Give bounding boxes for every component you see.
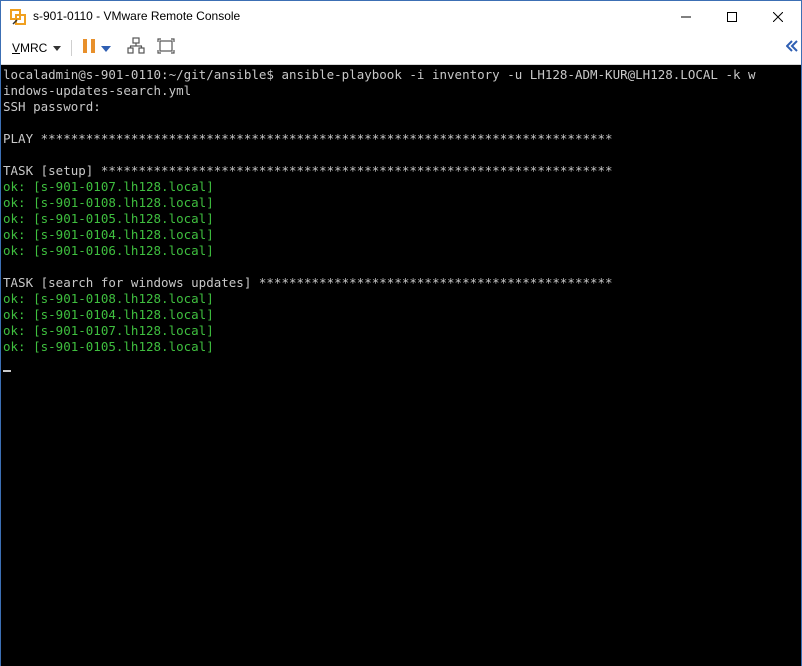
collapse-toolbar-button[interactable] <box>781 37 802 59</box>
title-bar: s-901-0110 - VMware Remote Console <box>1 1 801 32</box>
terminal-output: localadmin@s-901-0110:~/git/ansible$ ans… <box>3 67 756 355</box>
fullscreen-button[interactable] <box>155 37 177 59</box>
fullscreen-icon <box>157 37 175 59</box>
vmrc-window: s-901-0110 - VMware Remote Console VMRC <box>0 0 802 666</box>
terminal-line: PLAY ***********************************… <box>3 131 613 146</box>
terminal-line-ok: ok: [s-901-0105.lh128.local] <box>3 339 214 354</box>
minimize-button[interactable] <box>663 1 709 32</box>
terminal-line-ok: ok: [s-901-0108.lh128.local] <box>3 291 214 306</box>
vmware-app-icon <box>9 8 27 26</box>
terminal-line: TASK [setup] ***************************… <box>3 163 613 178</box>
terminal-line-ok: ok: [s-901-0105.lh128.local] <box>3 211 214 226</box>
terminal-line-ok: ok: [s-901-0104.lh128.local] <box>3 227 214 242</box>
terminal-line-ok: ok: [s-901-0106.lh128.local] <box>3 243 214 258</box>
window-title: s-901-0110 - VMware Remote Console <box>33 9 241 23</box>
terminal-line: TASK [search for windows updates] ******… <box>3 275 613 290</box>
power-menu-dropdown[interactable] <box>100 37 112 59</box>
remote-console-screen[interactable]: localadmin@s-901-0110:~/git/ansible$ ans… <box>1 65 801 666</box>
terminal-line: SSH password: <box>3 99 101 114</box>
vmrc-menu-label-accesskey: V <box>12 41 21 55</box>
maximize-button[interactable] <box>709 1 755 32</box>
toolbar: V MRC <box>1 32 801 65</box>
double-chevron-left-icon <box>785 39 798 57</box>
terminal-cursor <box>3 370 11 372</box>
terminal-line-ok: ok: [s-901-0108.lh128.local] <box>3 195 214 210</box>
toolbar-divider <box>71 40 72 56</box>
maximize-icon <box>727 11 737 22</box>
chevron-down-icon <box>101 39 111 57</box>
close-icon <box>773 11 783 22</box>
close-button[interactable] <box>755 1 801 32</box>
minimize-icon <box>681 12 691 22</box>
vmrc-menu-label: MRC <box>20 41 48 55</box>
terminal-line-ok: ok: [s-901-0104.lh128.local] <box>3 307 214 322</box>
pause-icon <box>82 38 96 59</box>
terminal-line: localadmin@s-901-0110:~/git/ansible$ ans… <box>3 67 756 82</box>
terminal-line-ok: ok: [s-901-0107.lh128.local] <box>3 323 214 338</box>
terminal-line: indows-updates-search.yml <box>3 83 192 98</box>
pause-button[interactable] <box>78 37 100 59</box>
terminal-line-ok: ok: [s-901-0107.lh128.local] <box>3 179 214 194</box>
network-icon <box>127 36 145 60</box>
removable-devices-button[interactable] <box>125 36 147 60</box>
chevron-down-icon <box>53 45 62 51</box>
vmrc-menu-button[interactable]: V MRC <box>6 36 67 60</box>
